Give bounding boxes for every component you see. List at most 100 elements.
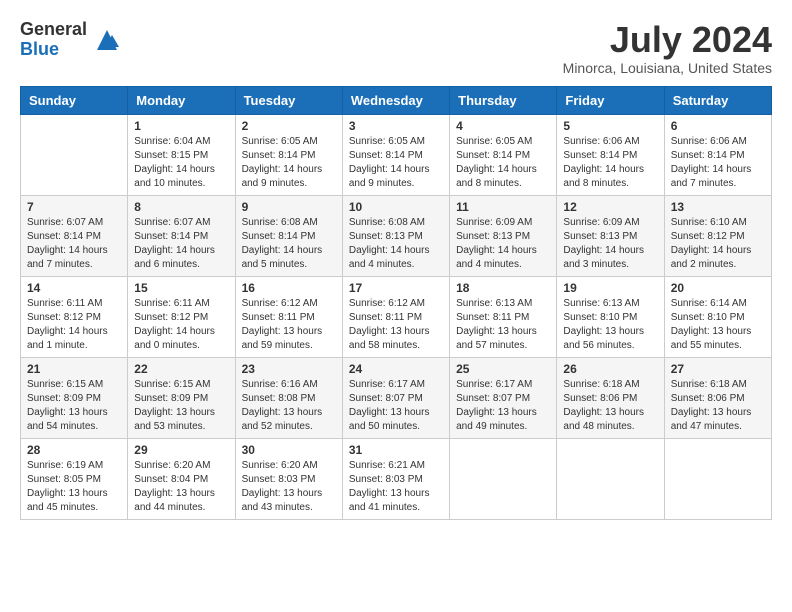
- day-info: Sunrise: 6:05 AM Sunset: 8:14 PM Dayligh…: [242, 135, 336, 191]
- day-info: Sunrise: 6:17 AM Sunset: 8:07 PM Dayligh…: [456, 378, 550, 434]
- calendar-cell: 13Sunrise: 6:10 AM Sunset: 8:12 PM Dayli…: [664, 195, 771, 276]
- calendar-cell: [664, 438, 771, 519]
- day-number: 21: [27, 362, 121, 376]
- day-info: Sunrise: 6:09 AM Sunset: 8:13 PM Dayligh…: [456, 216, 550, 272]
- logo-icon: [92, 25, 122, 55]
- day-info: Sunrise: 6:09 AM Sunset: 8:13 PM Dayligh…: [563, 216, 657, 272]
- calendar-cell: 22 Sunrise: 6:15 AM Sunset: 8:09 PM Dayli…: [128, 357, 235, 438]
- calendar-cell: 20 Sunrise: 6:14 AM Sunset: 8:10 PM Dayli…: [664, 276, 771, 357]
- day-info: Sunrise: 6:04 AM Sunset: 8:15 PM Dayligh…: [134, 135, 228, 191]
- calendar-week-row: 7 Sunrise: 6:07 AM Sunset: 8:14 PM Daylig…: [21, 195, 772, 276]
- day-number: 5: [563, 119, 657, 133]
- day-number: 1: [134, 119, 228, 133]
- calendar-cell: 21 Sunrise: 6:15 AM Sunset: 8:09 PM Dayli…: [21, 357, 128, 438]
- calendar-cell: 4Sunrise: 6:05 AM Sunset: 8:14 PM Daylig…: [450, 114, 557, 195]
- day-number: 11: [456, 200, 550, 214]
- logo: General Blue: [20, 20, 122, 60]
- weekday-header-saturday: Saturday: [664, 86, 771, 114]
- location-text: Minorca, Louisiana, United States: [563, 60, 772, 76]
- day-info: Sunrise: 6:12 AM Sunset: 8:11 PM Dayligh…: [242, 297, 336, 353]
- day-info: Sunrise: 6:17 AM Sunset: 8:07 PM Dayligh…: [349, 378, 443, 434]
- calendar-cell: [450, 438, 557, 519]
- day-number: 24: [349, 362, 443, 376]
- calendar-week-row: 28 Sunrise: 6:19 AM Sunset: 8:05 PM Dayli…: [21, 438, 772, 519]
- calendar-cell: 24 Sunrise: 6:17 AM Sunset: 8:07 PM Dayli…: [342, 357, 449, 438]
- weekday-header-wednesday: Wednesday: [342, 86, 449, 114]
- weekday-header-thursday: Thursday: [450, 86, 557, 114]
- title-block: July 2024 Minorca, Louisiana, United Sta…: [563, 20, 772, 76]
- day-number: 3: [349, 119, 443, 133]
- day-number: 17: [349, 281, 443, 295]
- day-number: 12: [563, 200, 657, 214]
- day-number: 28: [27, 443, 121, 457]
- calendar-cell: 26Sunrise: 6:18 AM Sunset: 8:06 PM Dayli…: [557, 357, 664, 438]
- logo-general-text: General: [20, 20, 87, 40]
- calendar-cell: 5 Sunrise: 6:06 AM Sunset: 8:14 PM Daylig…: [557, 114, 664, 195]
- calendar-cell: 30Sunrise: 6:20 AM Sunset: 8:03 PM Dayli…: [235, 438, 342, 519]
- day-number: 20: [671, 281, 765, 295]
- day-number: 23: [242, 362, 336, 376]
- day-info: Sunrise: 6:08 AM Sunset: 8:13 PM Dayligh…: [349, 216, 443, 272]
- calendar-cell: 17 Sunrise: 6:12 AM Sunset: 8:11 PM Dayli…: [342, 276, 449, 357]
- day-info: Sunrise: 6:18 AM Sunset: 8:06 PM Dayligh…: [563, 378, 657, 434]
- calendar-cell: 2Sunrise: 6:05 AM Sunset: 8:14 PM Daylig…: [235, 114, 342, 195]
- weekday-header-row: SundayMondayTuesdayWednesdayThursdayFrid…: [21, 86, 772, 114]
- day-info: Sunrise: 6:06 AM Sunset: 8:14 PM Dayligh…: [563, 135, 657, 191]
- calendar-cell: 8Sunrise: 6:07 AM Sunset: 8:14 PM Daylig…: [128, 195, 235, 276]
- calendar-cell: 9 Sunrise: 6:08 AM Sunset: 8:14 PM Daylig…: [235, 195, 342, 276]
- calendar-cell: 1 Sunrise: 6:04 AM Sunset: 8:15 PM Daylig…: [128, 114, 235, 195]
- calendar-week-row: 14 Sunrise: 6:11 AM Sunset: 8:12 PM Dayli…: [21, 276, 772, 357]
- calendar-cell: 27 Sunrise: 6:18 AM Sunset: 8:06 PM Dayli…: [664, 357, 771, 438]
- calendar-cell: [21, 114, 128, 195]
- day-info: Sunrise: 6:06 AM Sunset: 8:14 PM Dayligh…: [671, 135, 765, 191]
- day-info: Sunrise: 6:11 AM Sunset: 8:12 PM Dayligh…: [27, 297, 121, 353]
- calendar-week-row: 1 Sunrise: 6:04 AM Sunset: 8:15 PM Daylig…: [21, 114, 772, 195]
- day-info: Sunrise: 6:18 AM Sunset: 8:06 PM Dayligh…: [671, 378, 765, 434]
- day-number: 19: [563, 281, 657, 295]
- calendar-cell: 18Sunrise: 6:13 AM Sunset: 8:11 PM Dayli…: [450, 276, 557, 357]
- calendar-cell: 29Sunrise: 6:20 AM Sunset: 8:04 PM Dayli…: [128, 438, 235, 519]
- day-info: Sunrise: 6:10 AM Sunset: 8:12 PM Dayligh…: [671, 216, 765, 272]
- day-info: Sunrise: 6:14 AM Sunset: 8:10 PM Dayligh…: [671, 297, 765, 353]
- calendar-table: SundayMondayTuesdayWednesdayThursdayFrid…: [20, 86, 772, 520]
- day-info: Sunrise: 6:12 AM Sunset: 8:11 PM Dayligh…: [349, 297, 443, 353]
- day-info: Sunrise: 6:20 AM Sunset: 8:04 PM Dayligh…: [134, 459, 228, 515]
- day-info: Sunrise: 6:15 AM Sunset: 8:09 PM Dayligh…: [27, 378, 121, 434]
- day-info: Sunrise: 6:21 AM Sunset: 8:03 PM Dayligh…: [349, 459, 443, 515]
- calendar-cell: 15Sunrise: 6:11 AM Sunset: 8:12 PM Dayli…: [128, 276, 235, 357]
- day-number: 22: [134, 362, 228, 376]
- day-info: Sunrise: 6:05 AM Sunset: 8:14 PM Dayligh…: [456, 135, 550, 191]
- day-number: 31: [349, 443, 443, 457]
- day-info: Sunrise: 6:07 AM Sunset: 8:14 PM Dayligh…: [134, 216, 228, 272]
- weekday-header-monday: Monday: [128, 86, 235, 114]
- day-info: Sunrise: 6:19 AM Sunset: 8:05 PM Dayligh…: [27, 459, 121, 515]
- calendar-cell: 14 Sunrise: 6:11 AM Sunset: 8:12 PM Dayli…: [21, 276, 128, 357]
- calendar-cell: 10 Sunrise: 6:08 AM Sunset: 8:13 PM Dayli…: [342, 195, 449, 276]
- day-number: 10: [349, 200, 443, 214]
- day-info: Sunrise: 6:16 AM Sunset: 8:08 PM Dayligh…: [242, 378, 336, 434]
- day-info: Sunrise: 6:15 AM Sunset: 8:09 PM Dayligh…: [134, 378, 228, 434]
- calendar-cell: 6 Sunrise: 6:06 AM Sunset: 8:14 PM Daylig…: [664, 114, 771, 195]
- calendar-cell: 11 Sunrise: 6:09 AM Sunset: 8:13 PM Dayli…: [450, 195, 557, 276]
- day-number: 6: [671, 119, 765, 133]
- day-number: 27: [671, 362, 765, 376]
- calendar-cell: [557, 438, 664, 519]
- day-info: Sunrise: 6:13 AM Sunset: 8:11 PM Dayligh…: [456, 297, 550, 353]
- day-number: 14: [27, 281, 121, 295]
- calendar-cell: 23 Sunrise: 6:16 AM Sunset: 8:08 PM Dayli…: [235, 357, 342, 438]
- day-number: 25: [456, 362, 550, 376]
- day-number: 15: [134, 281, 228, 295]
- calendar-cell: 25 Sunrise: 6:17 AM Sunset: 8:07 PM Dayli…: [450, 357, 557, 438]
- calendar-cell: 7 Sunrise: 6:07 AM Sunset: 8:14 PM Daylig…: [21, 195, 128, 276]
- weekday-header-sunday: Sunday: [21, 86, 128, 114]
- calendar-cell: 31 Sunrise: 6:21 AM Sunset: 8:03 PM Dayli…: [342, 438, 449, 519]
- weekday-header-friday: Friday: [557, 86, 664, 114]
- day-number: 7: [27, 200, 121, 214]
- month-year-title: July 2024: [563, 20, 772, 60]
- day-info: Sunrise: 6:07 AM Sunset: 8:14 PM Dayligh…: [27, 216, 121, 272]
- weekday-header-tuesday: Tuesday: [235, 86, 342, 114]
- day-info: Sunrise: 6:13 AM Sunset: 8:10 PM Dayligh…: [563, 297, 657, 353]
- calendar-week-row: 21 Sunrise: 6:15 AM Sunset: 8:09 PM Dayli…: [21, 357, 772, 438]
- day-info: Sunrise: 6:08 AM Sunset: 8:14 PM Dayligh…: [242, 216, 336, 272]
- day-number: 9: [242, 200, 336, 214]
